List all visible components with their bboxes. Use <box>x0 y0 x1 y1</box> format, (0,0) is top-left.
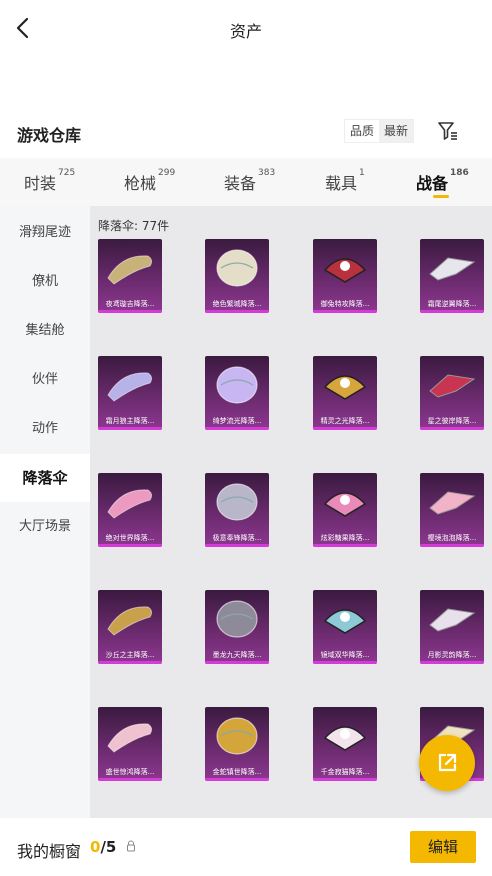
item-count-label: 降落伞: 77件 <box>98 219 170 233</box>
parachute-image <box>216 483 258 521</box>
item-name: 星之彼岸降落... <box>427 417 477 425</box>
parachute-item-card[interactable]: 霜尾逆翼降落... <box>420 239 484 313</box>
parachute-image <box>323 375 367 400</box>
parachute-image <box>216 366 258 404</box>
parachute-item-card[interactable]: 极意奉锋降落... <box>205 473 269 547</box>
parachute-item-card[interactable]: 镜域双华降落... <box>313 590 377 664</box>
tab-tactical[interactable]: 战备186 <box>416 168 469 194</box>
parachute-image <box>107 723 153 753</box>
sidebar-item-emote[interactable]: 动作 <box>0 405 90 453</box>
parachute-item-card[interactable]: 绝色繁城降落... <box>205 239 269 313</box>
parachute-image <box>323 492 367 517</box>
parachute-item-card[interactable]: 御兔特攻降落... <box>313 239 377 313</box>
item-name: 精灵之光降落... <box>320 417 370 425</box>
tab-count: 299 <box>158 168 176 178</box>
item-name: 绮梦流光降落... <box>212 417 262 425</box>
parachute-item-card[interactable]: 千金寂猫降落... <box>313 707 377 781</box>
subcategory-sidebar: 滑翔尾迹 僚机 集结舱 伙伴 动作 降落伞 大厅场景 <box>0 206 90 818</box>
tab-fashion[interactable]: 时装725 <box>24 168 76 194</box>
edit-button[interactable]: 编辑 <box>410 831 476 863</box>
sidebar-item-lobby-scene[interactable]: 大厅场景 <box>0 503 90 551</box>
sidebar-item-rally-pod[interactable]: 集结舱 <box>0 307 90 355</box>
parachute-item-card[interactable]: 霜月狼主降落... <box>98 356 162 430</box>
tab-equipment[interactable]: 装备383 <box>224 168 276 194</box>
item-name: 霜月狼主降落... <box>105 417 155 425</box>
share-icon <box>438 753 457 772</box>
parachute-image <box>107 372 153 402</box>
parachute-item-card[interactable]: 星之彼岸降落... <box>420 356 484 430</box>
parachute-item-card[interactable]: 墨龙九天降落... <box>205 590 269 664</box>
category-tabs: 时装725 枪械299 装备383 载具1 战备186 <box>0 158 492 206</box>
showcase-count: 0/5 <box>90 838 117 856</box>
parachute-item-card[interactable]: 绮梦流光降落... <box>205 356 269 430</box>
tab-count: 383 <box>258 168 276 178</box>
parachute-item-card[interactable]: 金蛇镇世降落... <box>205 707 269 781</box>
parachute-item-card[interactable]: 绝对世界降落... <box>98 473 162 547</box>
item-name: 绝色繁城降落... <box>212 300 262 308</box>
parachute-image <box>323 609 367 634</box>
sidebar-item-parachute[interactable]: 降落伞 <box>0 454 90 502</box>
item-name: 月影灵韵降落... <box>427 651 477 659</box>
parachute-image <box>107 489 153 519</box>
sidebar-item-glide-trail[interactable]: 滑翔尾迹 <box>0 209 90 257</box>
sidebar-item-companion[interactable]: 伙伴 <box>0 356 90 404</box>
parachute-image <box>107 606 153 636</box>
item-name: 霜尾逆翼降落... <box>427 300 477 308</box>
item-name: 绝对世界降落... <box>105 534 155 542</box>
tab-weapons[interactable]: 枪械299 <box>124 168 176 194</box>
tab-count: 186 <box>450 168 469 178</box>
parachute-image <box>429 608 476 632</box>
item-name: 金蛇镇世降落... <box>212 768 262 776</box>
parachute-item-card[interactable]: 沙丘之主降落... <box>98 590 162 664</box>
share-button[interactable] <box>419 735 475 791</box>
page-title: 资产 <box>229 22 262 41</box>
parachute-item-card[interactable]: 樱境泡泡降落... <box>420 473 484 547</box>
parachute-item-card[interactable]: 精灵之光降落... <box>313 356 377 430</box>
parachute-image <box>216 717 258 755</box>
warehouse-title: 游戏仓库 <box>17 126 82 145</box>
tab-vehicles[interactable]: 载具1 <box>325 168 365 194</box>
item-name: 墨龙九天降落... <box>212 651 262 659</box>
item-name: 夜鸢璇吉降落... <box>105 300 155 308</box>
item-name: 炫彩糖果降落... <box>320 534 370 542</box>
parachute-image <box>429 374 476 398</box>
parachute-image <box>323 726 367 751</box>
parachute-image <box>429 491 476 515</box>
sort-toggle: 品质 最新 <box>344 119 415 143</box>
item-name: 千金寂猫降落... <box>320 768 370 776</box>
item-name: 极意奉锋降落... <box>212 534 262 542</box>
parachute-item-card[interactable]: 盛世惊鸿降落... <box>98 707 162 781</box>
showcase-bar: 我的橱窗 0/5 编辑 <box>0 818 492 876</box>
sort-latest-button[interactable]: 最新 <box>379 120 414 142</box>
parachute-item-card[interactable]: 夜鸢璇吉降落... <box>98 239 162 313</box>
item-name: 沙丘之主降落... <box>105 651 155 659</box>
parachute-image <box>216 600 258 638</box>
item-name: 樱境泡泡降落... <box>427 534 477 542</box>
parachute-image <box>216 249 258 287</box>
warehouse-header: 游戏仓库 品质 最新 <box>0 112 492 154</box>
tab-count: 1 <box>359 168 365 178</box>
active-tab-indicator <box>433 195 449 198</box>
item-name: 盛世惊鸿降落... <box>105 768 155 776</box>
tab-count: 725 <box>58 168 76 178</box>
parachute-image <box>429 257 476 281</box>
item-name: 镜域双华降落... <box>320 651 370 659</box>
item-name: 御兔特攻降落... <box>320 300 370 308</box>
parachute-item-card[interactable]: 月影灵韵降落... <box>420 590 484 664</box>
item-grid: 降落伞: 77件 夜鸢璇吉降落... 绝色繁城降落... 御兔特攻降落... 霜尾逆翼… <box>90 206 492 818</box>
parachute-image <box>323 258 367 283</box>
parachute-item-card[interactable]: 炫彩糖果降落... <box>313 473 377 547</box>
parachute-image <box>107 255 153 285</box>
filter-icon[interactable] <box>436 119 460 143</box>
sidebar-item-wingman[interactable]: 僚机 <box>0 258 90 306</box>
lock-icon <box>127 840 135 852</box>
showcase-label: 我的橱窗 <box>17 842 82 861</box>
sort-quality-button[interactable]: 品质 <box>345 120 380 142</box>
top-bar: 资产 <box>0 0 492 60</box>
